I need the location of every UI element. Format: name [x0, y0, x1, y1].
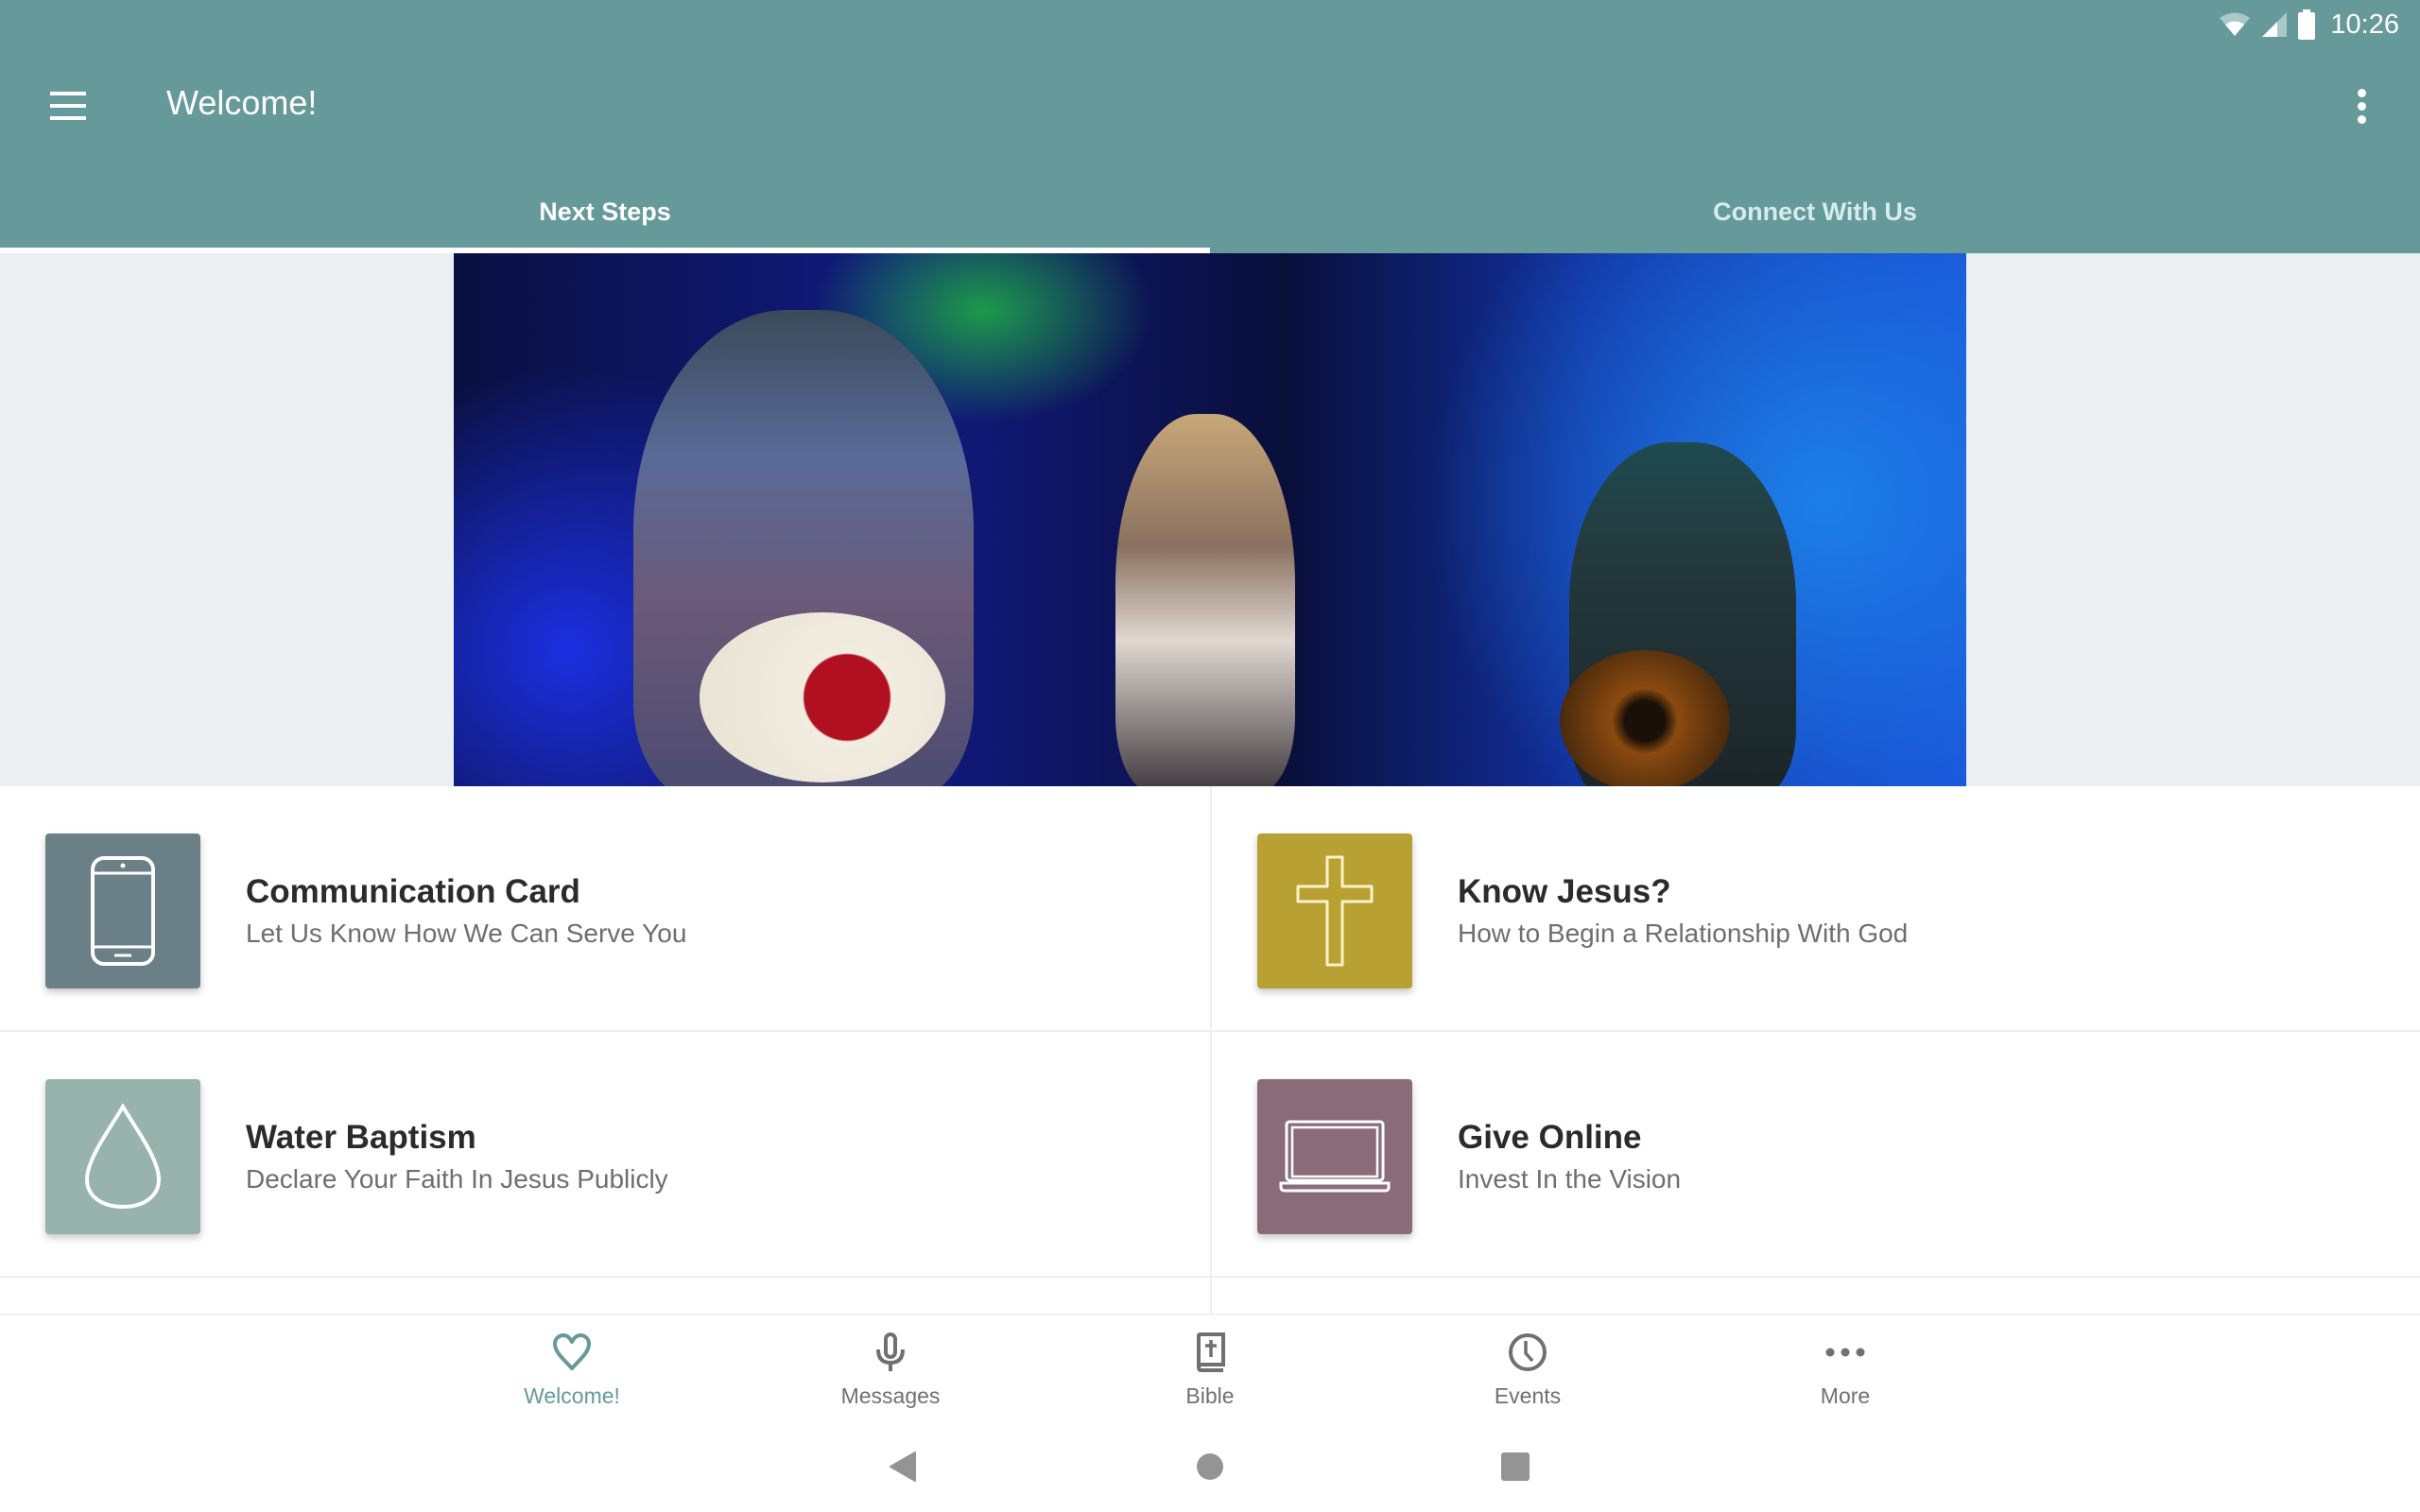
more-vertical-icon[interactable] [2341, 79, 2382, 132]
home-button[interactable] [1186, 1443, 1234, 1490]
wifi-icon [2220, 12, 2251, 36]
card-water-baptism[interactable]: Water Baptism Declare Your Faith In Jesu… [0, 1032, 1210, 1278]
tile-communication-card [45, 833, 200, 988]
card-partial-left [0, 1278, 1210, 1315]
tile-give-online [1257, 1079, 1412, 1234]
tab-bar: Next Steps Connect With Us [0, 170, 2420, 253]
microphone-icon [876, 1332, 905, 1371]
card-title: Water Baptism [246, 1119, 476, 1156]
status-bar: 10:26 [2219, 6, 2399, 43]
nav-events[interactable]: Events [1414, 1329, 1641, 1423]
back-icon [890, 1452, 916, 1482]
nav-more[interactable]: More [1732, 1329, 1959, 1423]
nav-messages[interactable]: Messages [777, 1329, 1004, 1423]
nav-bible[interactable]: Bible [1097, 1329, 1323, 1423]
tab-connect-with-us[interactable]: Connect With Us [1210, 170, 2420, 253]
more-horizontal-icon [1825, 1348, 1865, 1357]
card-know-jesus[interactable]: Know Jesus? How to Begin a Relationship … [1210, 786, 2420, 1032]
home-icon [1197, 1453, 1223, 1480]
card-partial-right [1210, 1278, 2420, 1315]
card-subtitle: Let Us Know How We Can Serve You [246, 919, 687, 948]
cross-icon [1296, 855, 1374, 967]
hero-section [0, 253, 2420, 786]
nav-label: More [1820, 1383, 1871, 1408]
hero-guitar-right [1560, 650, 1730, 786]
card-title: Give Online [1458, 1119, 1642, 1156]
card-subtitle: How to Begin a Relationship With God [1458, 919, 1909, 948]
tile-water-baptism [45, 1079, 200, 1234]
app-bar: 10:26 Welcome! Next Steps Connect With U… [0, 0, 2420, 253]
hero-image [454, 253, 1966, 786]
recents-icon [1501, 1452, 1530, 1481]
card-title: Know Jesus? [1458, 873, 1671, 910]
battery-icon [2298, 9, 2316, 40]
laptop-icon [1279, 1120, 1391, 1193]
next-steps-grid: Communication Card Let Us Know How We Ca… [0, 786, 2420, 1315]
page-title: Welcome! [166, 83, 318, 122]
recents-button[interactable] [1492, 1443, 1539, 1490]
hamburger-menu-icon[interactable] [42, 83, 95, 129]
clock-icon [1509, 1333, 1547, 1371]
card-give-online[interactable]: Give Online Invest In the Vision [1210, 1032, 2420, 1278]
card-communication-card[interactable]: Communication Card Let Us Know How We Ca… [0, 786, 1210, 1032]
nav-label: Welcome! [524, 1383, 620, 1408]
card-subtitle: Invest In the Vision [1458, 1164, 1682, 1194]
nav-label: Bible [1185, 1383, 1235, 1408]
hero-guitar-left [700, 612, 945, 782]
nav-label: Events [1494, 1383, 1562, 1408]
cell-signal-icon [2262, 12, 2288, 37]
hero-figure-center [1115, 414, 1295, 786]
water-drop-icon [84, 1104, 162, 1210]
bottom-navigation: Welcome! Messages Bible Events More [0, 1314, 2420, 1512]
tile-know-jesus [1257, 833, 1412, 988]
card-subtitle: Declare Your Faith In Jesus Publicly [246, 1164, 668, 1194]
nav-welcome[interactable]: Welcome! [458, 1329, 685, 1423]
heart-icon [553, 1333, 591, 1370]
back-button[interactable] [879, 1443, 926, 1490]
nav-label: Messages [840, 1383, 941, 1408]
card-title: Communication Card [246, 873, 580, 910]
status-time: 10:26 [2330, 9, 2399, 40]
smartphone-icon [91, 856, 155, 966]
tab-next-steps[interactable]: Next Steps [0, 170, 1210, 253]
bible-icon [1196, 1332, 1225, 1372]
